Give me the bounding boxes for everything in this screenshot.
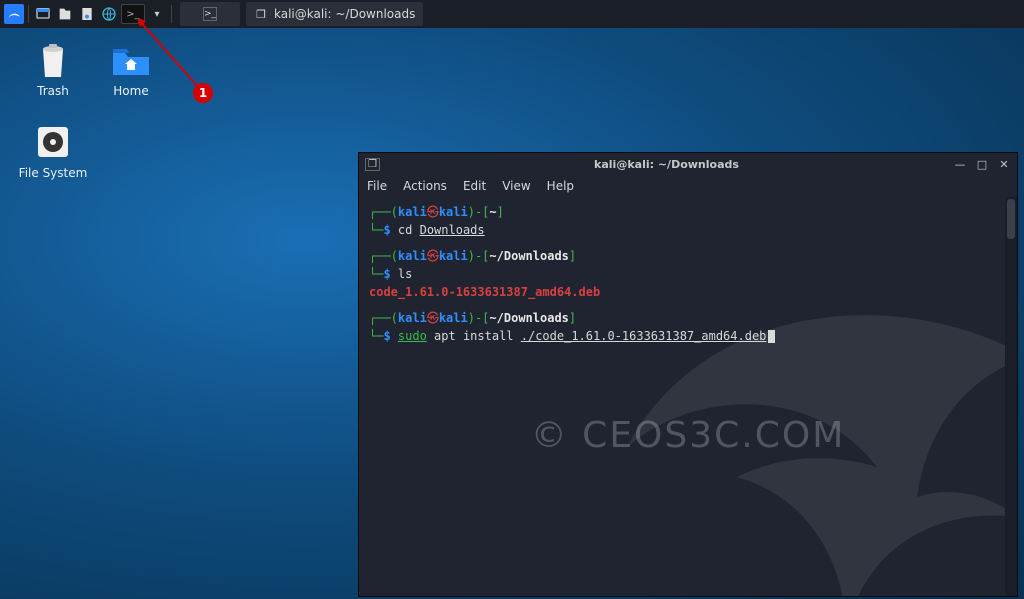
taskbar-item-terminal-1[interactable]: >_ xyxy=(180,2,240,26)
separator xyxy=(28,5,29,23)
kali-menu-icon[interactable] xyxy=(4,4,24,24)
taskbar-item-label: kali@kali: ~/Downloads xyxy=(274,7,415,21)
menu-edit[interactable]: Edit xyxy=(463,179,486,193)
browser-icon[interactable] xyxy=(99,4,119,24)
terminal-icon: >_ xyxy=(203,7,217,21)
show-desktop-icon[interactable] xyxy=(33,4,53,24)
taskbar: >_ ▾ >_ ❐ kali@kali: ~/Downloads xyxy=(0,0,1024,28)
scrollbar[interactable] xyxy=(1005,197,1017,596)
file-manager-icon[interactable] xyxy=(55,4,75,24)
desktop-icon-label: Home xyxy=(113,84,148,98)
desktop-icon-trash[interactable]: Trash xyxy=(18,40,88,98)
terminal-icon: ❐ xyxy=(254,7,268,21)
text-editor-icon[interactable] xyxy=(77,4,97,24)
menu-view[interactable]: View xyxy=(502,179,530,193)
trash-icon xyxy=(33,40,73,80)
kali-dragon-watermark xyxy=(577,197,1017,596)
desktop-icon-home[interactable]: Home xyxy=(96,40,166,98)
menu-actions[interactable]: Actions xyxy=(403,179,447,193)
minimize-button[interactable]: — xyxy=(953,158,967,171)
taskbar-item-terminal-2[interactable]: ❐ kali@kali: ~/Downloads xyxy=(246,2,423,26)
terminal-launcher-icon[interactable]: >_ xyxy=(121,4,145,24)
chevron-down-icon[interactable]: ▾ xyxy=(147,4,167,24)
home-folder-icon xyxy=(111,40,151,80)
window-title: kali@kali: ~/Downloads xyxy=(380,158,953,171)
terminal-menubar: File Actions Edit View Help xyxy=(359,175,1017,197)
separator xyxy=(171,5,172,23)
menu-help[interactable]: Help xyxy=(547,179,574,193)
terminal-window: ❐ kali@kali: ~/Downloads — □ ✕ File Acti… xyxy=(358,152,1018,597)
window-titlebar[interactable]: ❐ kali@kali: ~/Downloads — □ ✕ xyxy=(359,153,1017,175)
scrollbar-thumb[interactable] xyxy=(1007,199,1015,239)
terminal-icon: ❐ xyxy=(365,158,380,171)
maximize-button[interactable]: □ xyxy=(975,158,989,171)
desktop-icon-label: File System xyxy=(19,166,88,180)
terminal-body[interactable]: ┌──(kali㉿kali)-[~] └─$ cd Downloads ┌──(… xyxy=(359,197,1017,596)
desktop-icon-filesystem[interactable]: File System xyxy=(18,122,88,180)
desktop-icon-label: Trash xyxy=(37,84,69,98)
menu-file[interactable]: File xyxy=(367,179,387,193)
annotation-badge: 1 xyxy=(193,83,213,103)
close-button[interactable]: ✕ xyxy=(997,158,1011,171)
drive-icon xyxy=(33,122,73,162)
